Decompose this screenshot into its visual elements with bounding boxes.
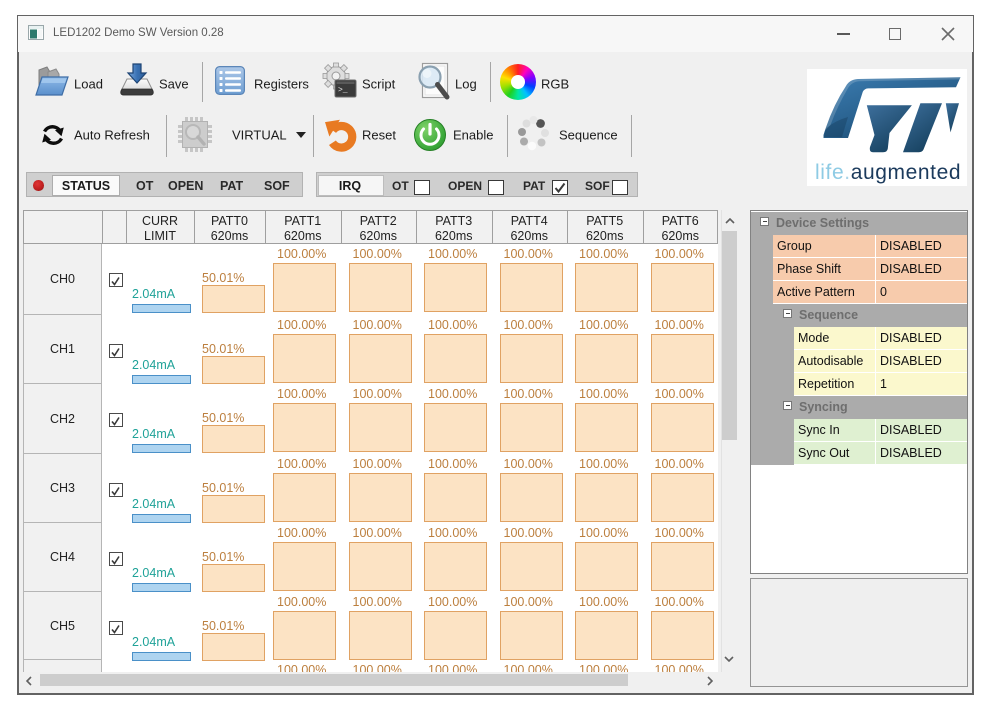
- svg-text:>_: >_: [338, 86, 348, 95]
